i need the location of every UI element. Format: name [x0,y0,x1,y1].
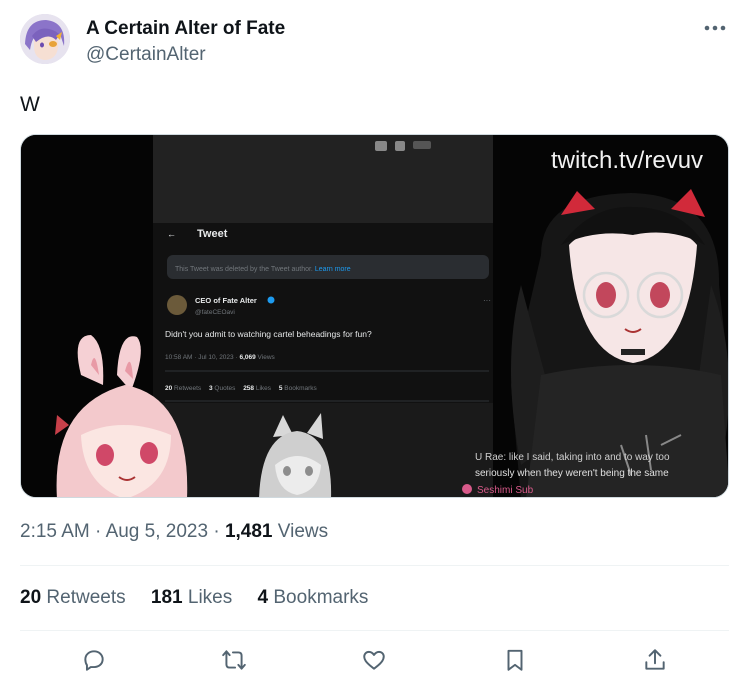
bookmarks-count: 4 [257,587,269,608]
like-icon [363,650,385,670]
like-button[interactable] [354,640,394,680]
share-button[interactable] [635,640,675,680]
chat-user-badge-icon [462,484,472,494]
tweet-media-image[interactable]: ← Tweet This Tweet was deleted by the Tw… [20,134,729,498]
more-options-icon[interactable] [702,18,728,38]
tweet-header: A Certain Alter of Fate @CertainAlter [20,14,730,70]
chat-line-2: seriously when they weren't being the sa… [475,468,669,479]
twitch-url-overlay: twitch.tv/revuv [551,147,703,174]
chat-user: Seshimi Sub [477,485,534,496]
author-info[interactable]: A Certain Alter of Fate @CertainAlter [86,18,285,67]
display-name[interactable]: A Certain Alter of Fate [86,18,285,40]
retweets-count: 20 [20,587,42,608]
verified-badge-icon [267,296,275,304]
handle[interactable]: @CertainAlter [86,43,285,67]
share-icon [645,649,665,670]
embedded-tweet-header: Tweet [197,228,228,240]
embedded-name: CEO of Fate Alter [195,296,257,305]
divider [20,565,729,566]
divider [20,630,729,631]
tweet-actions [20,640,729,680]
bookmarks-label: Bookmarks [268,587,369,608]
retweet-button[interactable] [214,640,254,680]
tweet-stats: 20 Retweets 181 Likes 4 Bookmarks [20,586,388,610]
tweet-time[interactable]: 2:15 AM [20,521,90,542]
retweets-stat[interactable]: 20 Retweets [20,586,126,610]
likes-label: Likes [182,587,233,608]
embedded-text: Didn't you admit to watching cartel behe… [165,329,372,339]
reply-button[interactable] [74,640,114,680]
embedded-back-arrow: ← [167,229,176,239]
tweet-date[interactable]: Aug 5, 2023 [106,521,208,542]
embedded-handle: @fateCEOavi [195,309,235,316]
retweet-icon [222,650,246,670]
deleted-notice: This Tweet was deleted by the Tweet auth… [175,266,351,273]
embedded-avatar [167,295,187,315]
bookmark-icon [507,649,523,671]
retweets-label: Retweets [41,587,126,608]
chat-line-1: U Rae: like I said, taking into and to w… [475,452,670,463]
meta-separator: · [208,521,225,542]
meta-separator: · [89,521,106,542]
reply-icon [84,650,104,671]
bookmarks-stat[interactable]: 4 Bookmarks [258,586,369,610]
avatar-image [20,14,70,64]
views-count: 1,481 [224,521,273,542]
embedded-more-icon: ··· [483,296,491,305]
views-label: Views [272,521,329,542]
bookmark-button[interactable] [495,640,535,680]
likes-stat[interactable]: 181 Likes [151,586,232,610]
tweet-text: W [20,93,40,116]
tweet-timestamp: 2:15 AM · Aug 5, 2023 · 1,481 Views [20,520,328,544]
avatar[interactable] [20,14,70,64]
likes-count: 181 [150,587,183,608]
embedded-time: 10:58 AM · Jul 10, 2023 · 6,069 Views [165,354,276,361]
